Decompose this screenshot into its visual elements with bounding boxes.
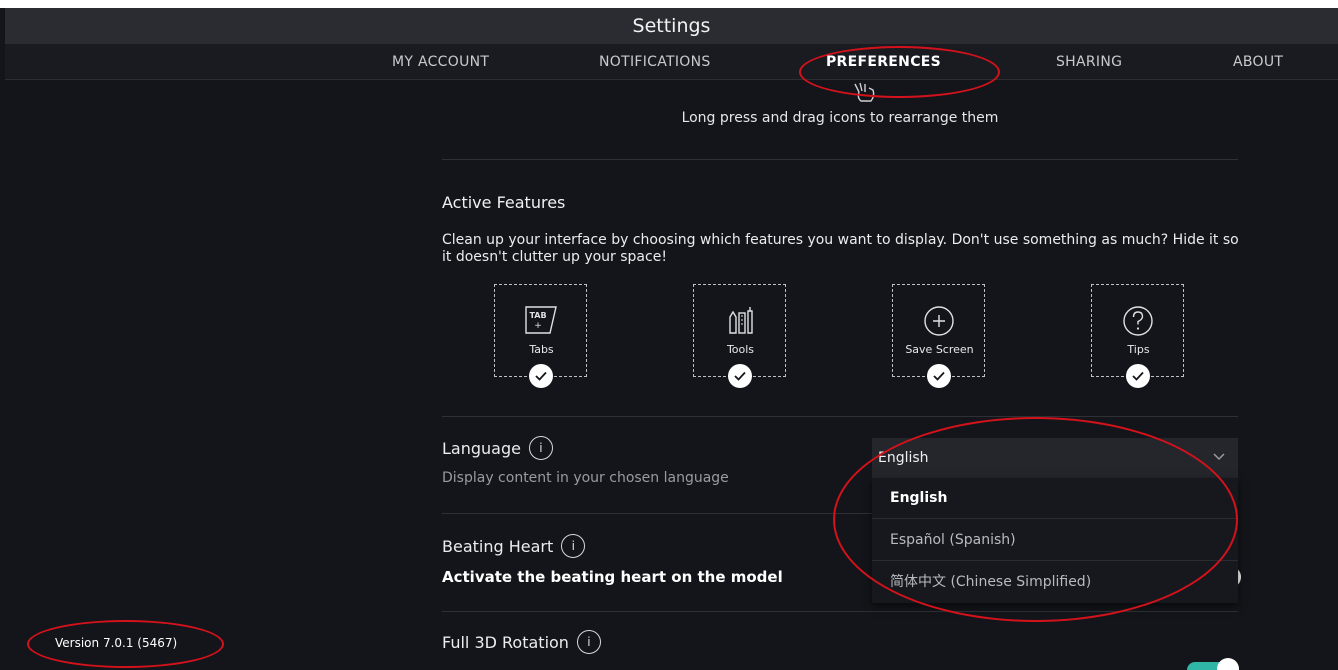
tab-my-account[interactable]: MY ACCOUNT bbox=[392, 44, 489, 80]
tab-preferences[interactable]: PREFERENCES bbox=[826, 44, 941, 80]
svg-text:+: + bbox=[534, 321, 542, 331]
hand-drag-icon bbox=[854, 82, 875, 102]
check-icon[interactable] bbox=[529, 364, 553, 388]
language-option-english[interactable]: English bbox=[872, 478, 1238, 519]
active-features-description: Clean up your interface by choosing whic… bbox=[442, 232, 1239, 265]
check-icon[interactable] bbox=[728, 364, 752, 388]
beating-heart-title: Beating Heart i bbox=[442, 534, 586, 558]
beating-heart-subtitle: Activate the beating heart on the model bbox=[442, 568, 783, 586]
feature-tips[interactable]: Tips bbox=[1091, 284, 1184, 388]
rearrange-hint: Long press and drag icons to rearrange t… bbox=[681, 110, 999, 126]
version-label: Version 7.0.1 (5467) bbox=[55, 636, 178, 650]
preferences-panel: Long press and drag icons to rearrange t… bbox=[442, 80, 1241, 670]
language-dropdown: English Español (Spanish) 简体中文 (Chinese … bbox=[872, 478, 1238, 603]
question-circle-icon bbox=[1123, 306, 1153, 336]
feature-save-screen[interactable]: Save Screen bbox=[892, 284, 985, 388]
language-title: Language i bbox=[442, 436, 553, 460]
toggle-knob bbox=[1217, 658, 1239, 670]
language-label: Language bbox=[442, 438, 521, 458]
feature-tools[interactable]: Tools bbox=[693, 284, 786, 388]
svg-text:TAB: TAB bbox=[529, 311, 546, 320]
tab-about[interactable]: ABOUT bbox=[1233, 44, 1283, 80]
feature-tabs-label: Tabs bbox=[529, 343, 554, 356]
language-option-chinese[interactable]: 简体中文 (Chinese Simplified) bbox=[872, 562, 1238, 603]
beating-heart-label: Beating Heart bbox=[442, 536, 554, 556]
tab-bar: MY ACCOUNT NOTIFICATIONS PREFERENCES SHA… bbox=[5, 44, 1338, 80]
feature-tools-label: Tools bbox=[726, 343, 755, 356]
feature-save-screen-label: Save Screen bbox=[905, 343, 974, 356]
window-title: Settings bbox=[632, 15, 711, 37]
divider bbox=[442, 159, 1238, 160]
language-option-spanish[interactable]: Español (Spanish) bbox=[872, 520, 1238, 561]
plus-circle-icon bbox=[924, 306, 954, 336]
active-features-title: Active Features bbox=[442, 193, 566, 212]
divider bbox=[442, 611, 1238, 612]
check-icon[interactable] bbox=[927, 364, 951, 388]
title-bar: Settings bbox=[5, 8, 1338, 44]
full-rotation-toggle[interactable] bbox=[1187, 658, 1239, 670]
language-selected-value: English bbox=[878, 450, 929, 466]
language-select[interactable]: English bbox=[872, 438, 1238, 478]
feature-tips-label: Tips bbox=[1127, 343, 1150, 356]
info-icon[interactable]: i bbox=[561, 534, 586, 558]
tab-sharing[interactable]: SHARING bbox=[1056, 44, 1122, 80]
full-rotation-title: Full 3D Rotation i bbox=[442, 630, 601, 654]
chevron-down-icon bbox=[1213, 453, 1225, 461]
tab-notifications[interactable]: NOTIFICATIONS bbox=[599, 44, 711, 80]
divider bbox=[442, 416, 1238, 417]
language-subtitle: Display content in your chosen language bbox=[442, 470, 729, 486]
tools-icon bbox=[729, 307, 753, 334]
info-icon[interactable]: i bbox=[576, 630, 601, 654]
top-strip bbox=[0, 0, 1338, 8]
info-icon[interactable]: i bbox=[528, 436, 553, 460]
feature-tabs[interactable]: TAB + Tabs bbox=[494, 284, 587, 388]
tab-icon: TAB + bbox=[525, 306, 557, 334]
check-icon[interactable] bbox=[1126, 364, 1150, 388]
full-rotation-label: Full 3D Rotation bbox=[442, 632, 569, 652]
